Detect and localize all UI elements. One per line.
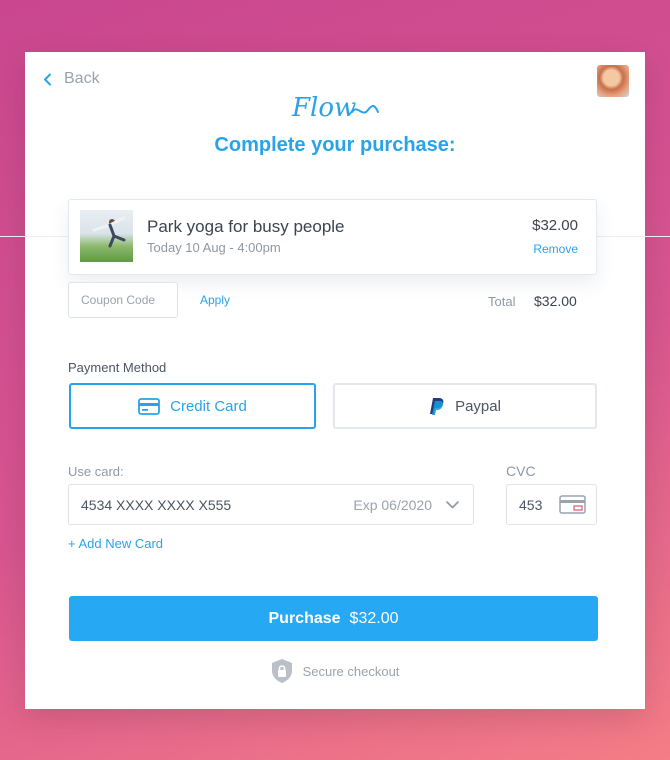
card-back-icon <box>559 495 586 514</box>
logo-text: Flow <box>291 93 356 123</box>
purchase-button[interactable]: Purchase $32.00 <box>69 596 598 641</box>
purchase-label: Purchase <box>268 609 341 627</box>
paypal-icon <box>429 397 445 416</box>
item-date: Today 10 Aug - 4:00pm <box>147 240 281 255</box>
back-button[interactable]: Back <box>43 70 100 88</box>
item-thumbnail <box>80 210 133 262</box>
purchase-amount: $32.00 <box>349 609 399 627</box>
use-card-label: Use card: <box>68 464 124 479</box>
shield-lock-icon <box>271 659 292 683</box>
coupon-input[interactable] <box>68 282 178 318</box>
item-name: Park yoga for busy people <box>147 217 345 236</box>
cvc-value: 453 <box>519 496 543 513</box>
checkout-card: Back Flow Complete your purchase: Park y… <box>0 52 670 709</box>
flow-logo-mark: Flow <box>291 93 379 123</box>
total-label: Total <box>488 294 516 309</box>
card-number: 4534 XXXX XXXX X555 <box>81 496 232 513</box>
chevron-left-icon <box>44 73 51 85</box>
cvc-field[interactable]: 453 <box>506 484 597 525</box>
cvc-label: CVC <box>506 463 536 479</box>
secure-checkout: Secure checkout <box>25 658 645 684</box>
card-select[interactable]: 4534 XXXX XXXX X555 Exp 06/2020 <box>68 484 474 525</box>
item-price: $32.00 <box>532 217 578 234</box>
page-title: Complete your purchase: <box>214 134 456 156</box>
flow-logo: Flow <box>25 90 645 129</box>
back-label: Back <box>64 70 100 87</box>
remove-link[interactable]: Remove <box>533 242 578 256</box>
add-new-card-link[interactable]: + Add New Card <box>68 536 163 551</box>
credit-card-option[interactable]: Credit Card <box>69 383 316 429</box>
card-expiry: Exp 06/2020 <box>353 496 432 513</box>
order-item: Park yoga for busy people Today 10 Aug -… <box>68 199 597 275</box>
credit-card-label: Credit Card <box>170 397 247 415</box>
chevron-down-icon <box>446 500 459 508</box>
apply-button[interactable]: Apply <box>200 293 230 307</box>
total-value: $32.00 <box>534 293 577 309</box>
paypal-option[interactable]: Paypal <box>333 383 597 429</box>
paypal-label: Paypal <box>455 397 501 415</box>
secure-label: Secure checkout <box>302 663 400 679</box>
payment-method-label: Payment Method <box>68 360 167 375</box>
credit-card-icon <box>138 397 161 415</box>
